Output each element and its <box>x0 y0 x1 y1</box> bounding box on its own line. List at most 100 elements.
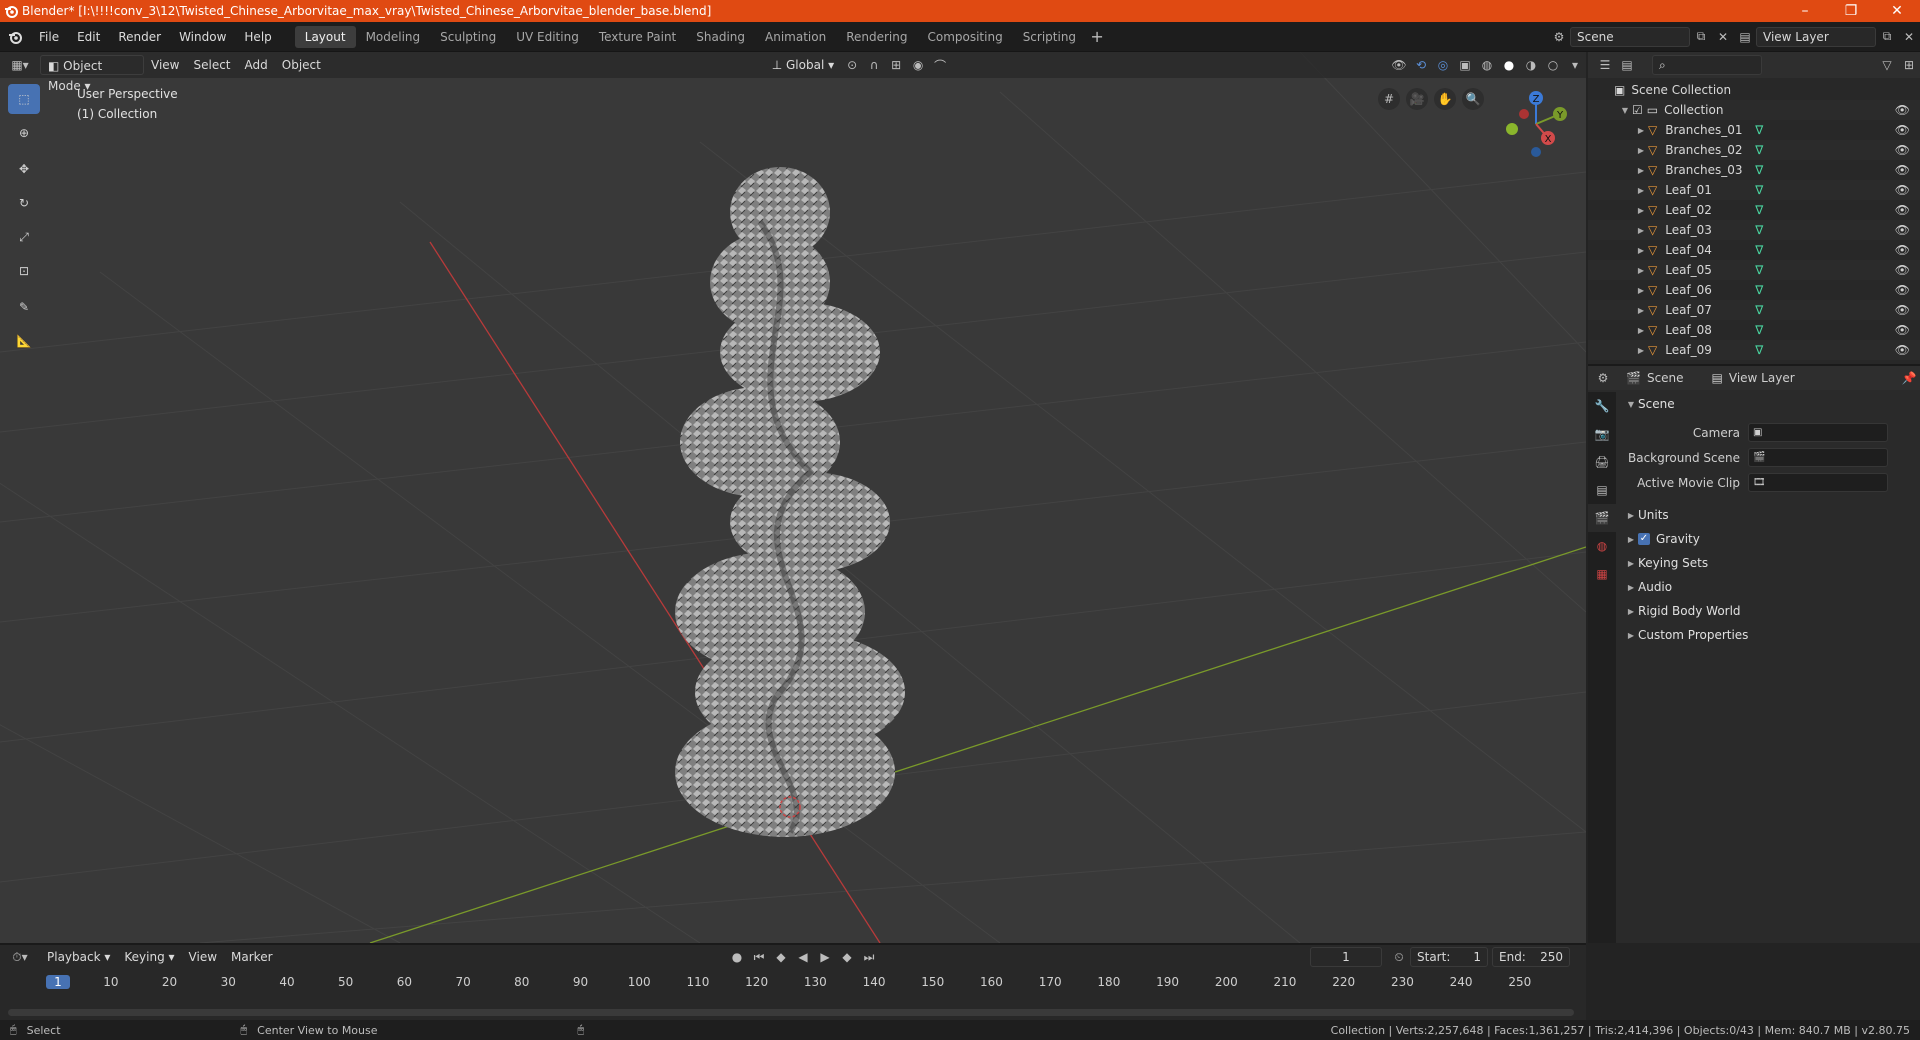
tab-rendering[interactable]: Rendering <box>836 26 917 48</box>
eye-icon[interactable]: 👁 <box>1895 203 1910 217</box>
keying-sets-panel-header[interactable]: ▶ Keying Sets <box>1616 551 1920 575</box>
menu-select[interactable]: Select <box>186 55 237 75</box>
mesh-data-icon[interactable]: ∇ <box>1755 343 1763 357</box>
tab-modeling[interactable]: Modeling <box>356 26 431 48</box>
overlay-toggle-icon[interactable]: ◎ <box>1432 54 1454 76</box>
new-collection-icon[interactable]: ⊞ <box>1898 54 1920 76</box>
eye-icon[interactable]: 👁 <box>1895 323 1910 337</box>
annotate-tool-icon[interactable]: ✎ <box>8 292 40 322</box>
output-tab-icon[interactable]: 🖨 <box>1588 448 1616 476</box>
tab-layout[interactable]: Layout <box>294 25 356 48</box>
expand-icon[interactable]: ▶ <box>1634 126 1648 135</box>
tab-texture-paint[interactable]: Texture Paint <box>589 26 686 48</box>
mesh-data-icon[interactable]: ∇ <box>1755 143 1763 157</box>
rotate-tool-icon[interactable]: ↻ <box>8 188 40 218</box>
scene-tab-icon[interactable]: 🎬 <box>1588 504 1616 532</box>
menu-file[interactable]: File <box>30 26 68 48</box>
expand-icon[interactable]: ▶ <box>1634 326 1648 335</box>
play-icon[interactable]: ▶ <box>814 946 836 968</box>
filter-icon[interactable]: ▽ <box>1876 54 1898 76</box>
eye-icon[interactable]: 👁 <box>1895 163 1910 177</box>
view-layer-tab-icon[interactable]: ▤ <box>1588 476 1616 504</box>
editor-type-icon[interactable]: ▦▾ <box>0 54 40 76</box>
menu-view[interactable]: View <box>144 55 186 75</box>
expand-icon[interactable]: ▶ <box>1624 559 1638 568</box>
checkbox-icon[interactable]: ☑ <box>1632 103 1643 117</box>
mesh-data-icon[interactable]: ∇ <box>1755 323 1763 337</box>
timeline-scrollbar[interactable] <box>8 1009 1574 1016</box>
preview-range-icon[interactable]: ⏲ <box>1388 946 1410 968</box>
mesh-data-icon[interactable]: ∇ <box>1755 223 1763 237</box>
timeline-ruler[interactable]: 1 10 20 30 40 50 60 70 80 90 100 110 120 130 140 150 160… <box>0 973 1586 993</box>
mesh-data-icon[interactable]: ∇ <box>1755 303 1763 317</box>
timeline-editor-type-icon[interactable]: ⏱▾ <box>0 946 40 968</box>
prev-keyframe-icon[interactable]: ◆ <box>770 946 792 968</box>
current-frame-field[interactable]: 1 <box>1310 947 1382 967</box>
tab-compositing[interactable]: Compositing <box>917 26 1012 48</box>
audio-panel-header[interactable]: ▶ Audio <box>1616 575 1920 599</box>
visibility-icon[interactable]: 👁 <box>1388 54 1410 76</box>
expand-icon[interactable]: ▶ <box>1624 631 1638 640</box>
collection-row[interactable]: ▼ ☑ ▭ Collection 👁 <box>1588 100 1920 120</box>
pin-icon[interactable]: 📌 <box>1898 367 1920 389</box>
eye-icon[interactable]: 👁 <box>1895 243 1910 257</box>
expand-icon[interactable]: ▶ <box>1624 511 1638 520</box>
delete-scene-icon[interactable]: ✕ <box>1712 26 1734 48</box>
expand-icon[interactable]: ▼ <box>1618 106 1632 115</box>
jump-end-icon[interactable]: ⏭ <box>858 946 880 968</box>
outliner-item-row[interactable]: ▶ ▽ Branches_01 ∇ 👁 <box>1588 120 1920 140</box>
rigid-body-world-panel-header[interactable]: ▶ Rigid Body World <box>1616 599 1920 623</box>
jump-start-icon[interactable]: ⏮ <box>748 946 770 968</box>
expand-icon[interactable]: ▶ <box>1634 226 1648 235</box>
units-panel-header[interactable]: ▶ Units <box>1616 503 1920 527</box>
expand-icon[interactable]: ▶ <box>1634 206 1648 215</box>
eye-icon[interactable]: 👁 <box>1895 223 1910 237</box>
menu-marker[interactable]: Marker <box>224 947 279 967</box>
tab-shading[interactable]: Shading <box>686 26 755 48</box>
eye-icon[interactable]: 👁 <box>1895 143 1910 157</box>
rendered-shading-icon[interactable]: ○ <box>1542 54 1564 76</box>
scene-selector-icon[interactable]: ⚙ <box>1548 26 1570 48</box>
scene-collection-row[interactable]: ▣ Scene Collection <box>1588 80 1920 100</box>
outliner-item-row[interactable]: ▶ ▽ Leaf_02 ∇ 👁 <box>1588 200 1920 220</box>
menu-keying[interactable]: Keying ▾ <box>117 947 181 967</box>
outliner-item-row[interactable]: ▶ ▽ Leaf_04 ∇ 👁 <box>1588 240 1920 260</box>
outliner-item-row[interactable]: ▶ ▽ Leaf_06 ∇ 👁 <box>1588 280 1920 300</box>
expand-icon[interactable]: ▶ <box>1634 166 1648 175</box>
axis-orientation-gizmo[interactable]: Z Y X <box>1496 84 1576 164</box>
outliner-search-input[interactable]: ⌕ <box>1652 55 1762 75</box>
mesh-data-icon[interactable]: ∇ <box>1755 243 1763 257</box>
maximize-button[interactable]: ❐ <box>1828 0 1874 22</box>
scale-tool-icon[interactable]: ⤢ <box>8 222 40 252</box>
eye-icon[interactable]: 👁 <box>1895 103 1910 117</box>
blender-menu-icon[interactable] <box>0 26 30 48</box>
viewport-canvas[interactable] <box>0 52 1586 943</box>
shading-options-icon[interactable]: ▾ <box>1564 54 1586 76</box>
grid-view-icon[interactable]: # <box>1378 88 1400 110</box>
outliner-item-row[interactable]: ▶ ▽ Leaf_01 ∇ 👁 <box>1588 180 1920 200</box>
3d-viewport[interactable]: ▦▾ ◧ Object Mode ▾ View Select Add Objec… <box>0 52 1586 943</box>
menu-help[interactable]: Help <box>235 26 280 48</box>
solid-shading-icon[interactable]: ● <box>1498 54 1520 76</box>
mesh-data-icon[interactable]: ∇ <box>1755 183 1763 197</box>
gravity-checkbox[interactable]: ✓ <box>1638 533 1650 545</box>
transform-tool-icon[interactable]: ⊡ <box>8 256 40 286</box>
display-mode-icon[interactable]: ▤ <box>1616 54 1638 76</box>
custom-properties-panel-header[interactable]: ▶ Custom Properties <box>1616 623 1920 647</box>
expand-icon[interactable]: ▶ <box>1634 306 1648 315</box>
start-frame-field[interactable]: Start: 1 <box>1410 947 1488 967</box>
tab-animation[interactable]: Animation <box>755 26 836 48</box>
eye-icon[interactable]: 👁 <box>1895 183 1910 197</box>
menu-add[interactable]: Add <box>238 55 275 75</box>
properties-editor-type-icon[interactable]: ⚙ <box>1588 367 1618 389</box>
eye-icon[interactable]: 👁 <box>1895 283 1910 297</box>
menu-render[interactable]: Render <box>109 26 170 48</box>
collapse-icon[interactable]: ▼ <box>1624 400 1638 409</box>
outliner-item-row[interactable]: ▶ ▽ Leaf_05 ∇ 👁 <box>1588 260 1920 280</box>
mesh-data-icon[interactable]: ∇ <box>1755 203 1763 217</box>
view-layer-field[interactable]: View Layer <box>1756 26 1876 47</box>
xray-icon[interactable]: ▣ <box>1454 54 1476 76</box>
gravity-panel-header[interactable]: ▶ ✓ Gravity <box>1616 527 1920 551</box>
material-shading-icon[interactable]: ◑ <box>1520 54 1542 76</box>
expand-icon[interactable]: ▶ <box>1634 266 1648 275</box>
